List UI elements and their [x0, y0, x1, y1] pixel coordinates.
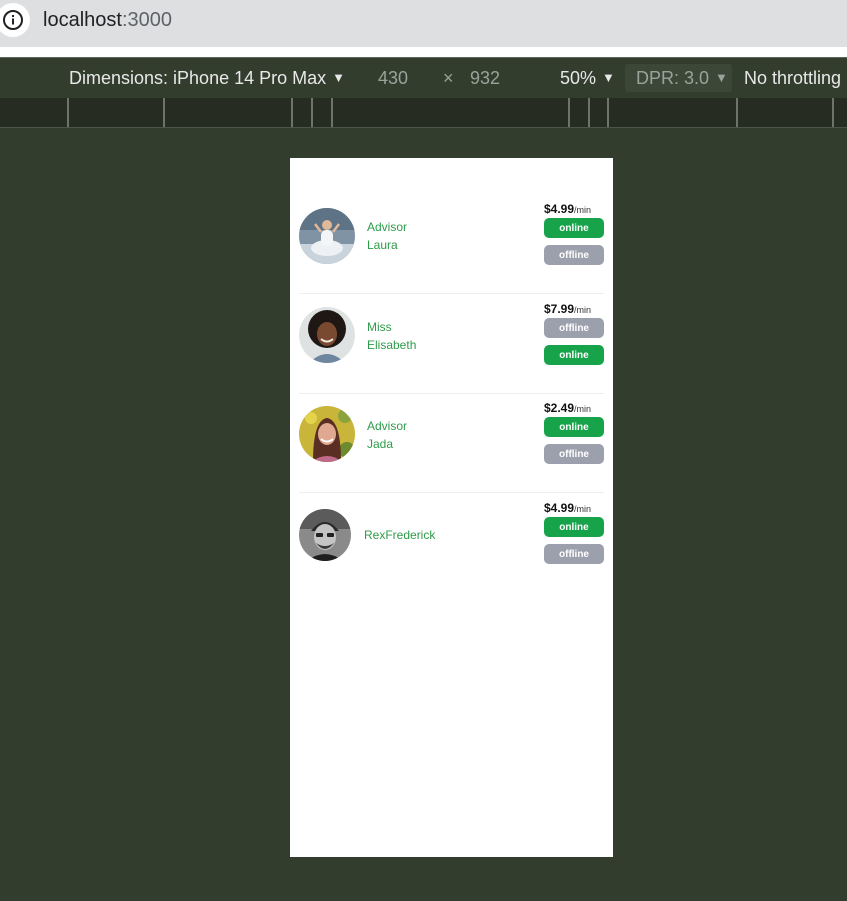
advisor-title: Advisor: [367, 220, 408, 234]
caret-down-icon: ▼: [332, 70, 345, 85]
advisor-name[interactable]: Advisor Jada: [367, 417, 407, 453]
advisor-first-name: Laura: [367, 238, 398, 252]
avatar[interactable]: [299, 509, 351, 561]
caret-down-icon: ▼: [715, 70, 728, 85]
advisor-name[interactable]: Advisor Laura: [367, 218, 407, 254]
site-info-button[interactable]: [0, 3, 30, 37]
price-unit: /min: [574, 205, 592, 215]
times-icon: ×: [443, 68, 454, 88]
ruler-tick[interactable]: [736, 98, 738, 127]
advisor-name[interactable]: Miss Elisabeth: [367, 318, 416, 354]
advisor-first-name: Elisabeth: [367, 338, 417, 352]
price-unit: /min: [574, 504, 592, 514]
url-port: :3000: [121, 9, 172, 31]
advisor-name[interactable]: RexFrederick: [364, 526, 435, 544]
card-divider: [299, 293, 604, 294]
price-per-minute: $7.99/min: [544, 302, 591, 316]
ruler-tick[interactable]: [588, 98, 590, 127]
ruler-tick[interactable]: [331, 98, 333, 127]
advisor-card[interactable]: Advisor Jada $2.49/min online offline: [299, 401, 604, 493]
ruler-tick[interactable]: [67, 98, 69, 127]
advisor-first-name: Jada: [367, 437, 394, 451]
url-field[interactable]: localhost:3000: [43, 9, 172, 32]
online-button[interactable]: online: [544, 345, 604, 365]
zoom-select[interactable]: 50% ▼: [560, 68, 615, 89]
price-unit: /min: [574, 404, 592, 414]
price-unit: /min: [574, 305, 592, 315]
browser-address-bar: localhost:3000: [0, 0, 847, 47]
device-viewport: Advisor Laura $4.99/min online offline M…: [290, 158, 613, 857]
card-divider: [299, 393, 604, 394]
device-dimensions-label: Dimensions: iPhone 14 Pro Max: [69, 68, 327, 88]
price-value: $7.99: [544, 302, 575, 316]
card-divider: [299, 492, 604, 493]
ruler-tick[interactable]: [291, 98, 293, 127]
price-per-minute: $4.99/min: [544, 501, 591, 515]
dpr-select[interactable]: DPR: 3.0 ▼: [636, 68, 728, 89]
advisor-first-name: RexFrederick: [364, 528, 436, 542]
device-dimensions-select[interactable]: Dimensions: iPhone 14 Pro Max ▼: [69, 68, 345, 89]
online-button[interactable]: online: [544, 218, 604, 238]
advisor-card[interactable]: Miss Elisabeth $7.99/min offline online: [299, 302, 604, 394]
avatar[interactable]: [299, 208, 355, 264]
media-query-ruler: [0, 98, 847, 128]
advisor-card[interactable]: RexFrederick $4.99/min online offline: [299, 501, 604, 593]
height-input[interactable]: 932: [470, 68, 500, 89]
price-per-minute: $4.99/min: [544, 202, 591, 216]
caret-down-icon: ▼: [602, 70, 615, 85]
throttling-select[interactable]: No throttling: [744, 68, 841, 89]
online-button[interactable]: online: [544, 417, 604, 437]
advisor-title: Advisor: [367, 419, 408, 433]
dpr-label: DPR: 3.0: [636, 68, 710, 88]
online-button[interactable]: online: [544, 517, 604, 537]
price-per-minute: $2.49/min: [544, 401, 591, 415]
avatar[interactable]: [299, 307, 355, 363]
ruler-tick[interactable]: [832, 98, 834, 127]
price-value: $4.99: [544, 202, 575, 216]
offline-button[interactable]: offline: [544, 544, 604, 564]
ruler-tick[interactable]: [311, 98, 313, 127]
device-toolbar: Dimensions: iPhone 14 Pro Max ▼ 430 × 932…: [0, 58, 847, 98]
toolbar-spacer: [0, 47, 847, 57]
offline-button[interactable]: offline: [544, 444, 604, 464]
url-host: localhost: [43, 9, 122, 31]
price-value: $2.49: [544, 401, 575, 415]
advisor-card[interactable]: Advisor Laura $4.99/min online offline: [299, 202, 604, 294]
info-icon: [3, 10, 23, 30]
zoom-label: 50%: [560, 68, 597, 88]
ruler-tick[interactable]: [607, 98, 609, 127]
ruler-tick[interactable]: [163, 98, 165, 127]
ruler-tick[interactable]: [568, 98, 570, 127]
offline-button[interactable]: offline: [544, 318, 604, 338]
advisor-title: Miss: [367, 320, 392, 334]
offline-button[interactable]: offline: [544, 245, 604, 265]
avatar[interactable]: [299, 406, 355, 462]
width-input[interactable]: 430: [378, 68, 408, 89]
price-value: $4.99: [544, 501, 575, 515]
